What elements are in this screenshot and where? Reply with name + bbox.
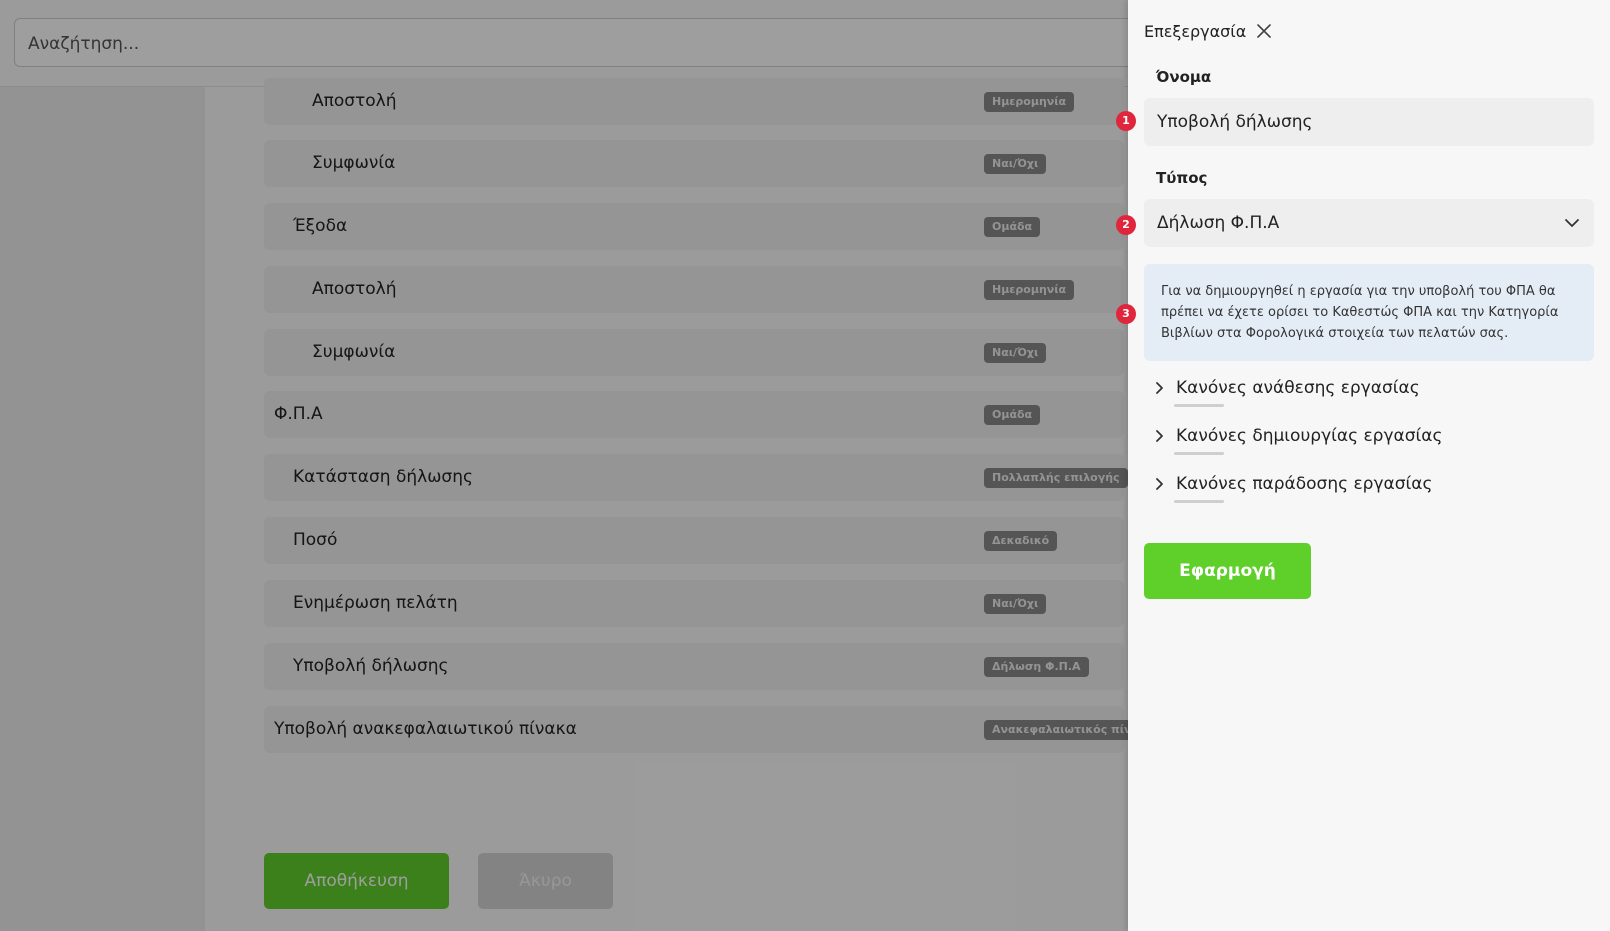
rule-underline bbox=[1174, 404, 1224, 407]
chevron-right-icon bbox=[1156, 430, 1163, 442]
panel-title: Επεξεργασία bbox=[1144, 21, 1247, 41]
name-label: Όνομα bbox=[1156, 68, 1212, 86]
rule-underline bbox=[1174, 500, 1224, 503]
panel-header: Επεξεργασία bbox=[1144, 20, 1274, 42]
apply-button[interactable]: Εφαρμογή bbox=[1144, 543, 1311, 599]
chevron-down-icon bbox=[1565, 219, 1579, 227]
rule-creation-toggle[interactable]: Κανόνες δημιουργίας εργασίας bbox=[1152, 421, 1442, 451]
close-icon bbox=[1257, 24, 1272, 38]
info-message: Για να δημιουργηθεί η εργασία για την υπ… bbox=[1144, 264, 1594, 361]
rule-creation-label: Κανόνες δημιουργίας εργασίας bbox=[1176, 426, 1443, 446]
chevron-right-icon bbox=[1156, 382, 1163, 394]
rule-delivery-toggle[interactable]: Κανόνες παράδοσης εργασίας bbox=[1152, 469, 1432, 499]
annotation-marker-1: 1 bbox=[1116, 111, 1136, 131]
type-select-value: Δήλωση Φ.Π.Α bbox=[1157, 213, 1280, 233]
chevron-right-icon bbox=[1156, 478, 1163, 490]
annotation-marker-2: 2 bbox=[1116, 215, 1136, 235]
type-label: Τύπος bbox=[1156, 169, 1208, 187]
close-button[interactable] bbox=[1254, 21, 1274, 41]
annotation-marker-3: 3 bbox=[1116, 304, 1136, 324]
edit-panel: Επεξεργασία Όνομα Τύπος Δήλωση Φ.Π.Α Για… bbox=[1128, 0, 1610, 931]
name-input[interactable] bbox=[1144, 98, 1594, 146]
rule-assignment-label: Κανόνες ανάθεσης εργασίας bbox=[1176, 378, 1420, 398]
rule-delivery-label: Κανόνες παράδοσης εργασίας bbox=[1176, 474, 1433, 494]
type-select[interactable]: Δήλωση Φ.Π.Α bbox=[1144, 199, 1594, 247]
rule-underline bbox=[1174, 452, 1224, 455]
rule-assignment-toggle[interactable]: Κανόνες ανάθεσης εργασίας bbox=[1152, 373, 1420, 403]
